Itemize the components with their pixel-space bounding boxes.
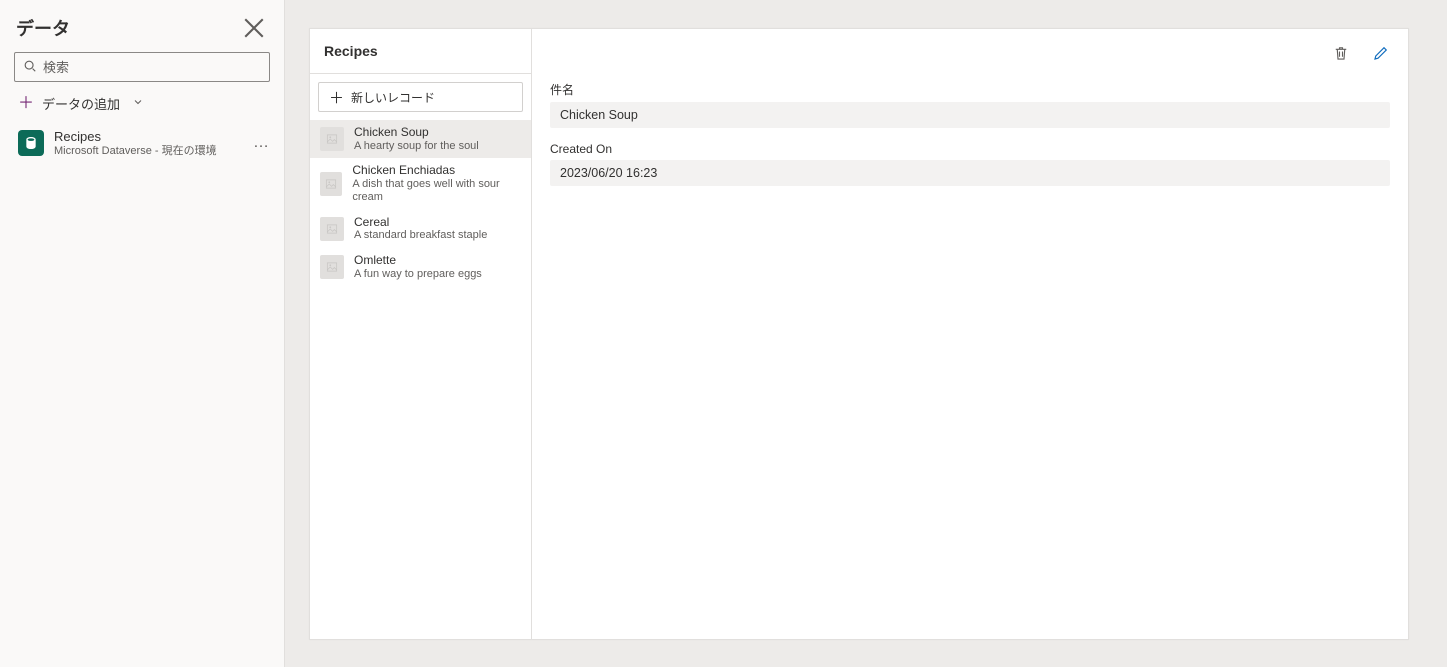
- data-panel: データ ＋ データの追加 Recipes Microsoft Da: [0, 0, 285, 667]
- search-icon: [23, 59, 43, 76]
- image-placeholder-icon: [320, 127, 344, 151]
- list-item[interactable]: Chicken EnchiadasA dish that goes well w…: [310, 158, 531, 209]
- field-value: 2023/06/20 16:23: [550, 160, 1390, 186]
- record-title: Chicken Soup: [354, 126, 479, 140]
- data-source-name: Recipes: [54, 129, 217, 145]
- data-source-subtitle: Microsoft Dataverse - 現在の環境: [54, 145, 217, 158]
- app-preview: Recipes ＋ 新しいレコード Chicken SoupA hearty s…: [309, 28, 1409, 640]
- image-placeholder-icon: [320, 217, 344, 241]
- detail-field: Created On 2023/06/20 16:23: [550, 142, 1390, 186]
- record-list-column: Recipes ＋ 新しいレコード Chicken SoupA hearty s…: [310, 29, 532, 639]
- record-detail-column: 件名 Chicken Soup Created On 2023/06/20 16:23: [532, 29, 1408, 639]
- record-title: Chicken Enchiadas: [352, 164, 521, 178]
- add-data-button[interactable]: ＋ データの追加: [8, 92, 276, 121]
- edit-button[interactable]: [1364, 37, 1398, 71]
- list-item[interactable]: Chicken SoupA hearty soup for the soul: [310, 120, 531, 158]
- detail-body: 件名 Chicken Soup Created On 2023/06/20 16:23: [532, 29, 1408, 204]
- search-input-container[interactable]: [14, 52, 270, 82]
- add-data-label: データの追加: [42, 94, 120, 113]
- canvas: Recipes ＋ 新しいレコード Chicken SoupA hearty s…: [285, 0, 1447, 667]
- search-input[interactable]: [43, 60, 261, 75]
- close-icon[interactable]: [240, 14, 268, 42]
- trash-icon: [1332, 44, 1350, 65]
- new-record-label: 新しいレコード: [351, 89, 435, 106]
- record-subtitle: A hearty soup for the soul: [354, 140, 479, 153]
- more-icon[interactable]: …: [253, 134, 270, 152]
- list-item[interactable]: OmletteA fun way to prepare eggs: [310, 248, 531, 286]
- image-placeholder-icon: [320, 255, 344, 279]
- dataverse-icon: [18, 130, 44, 156]
- data-panel-title: データ: [16, 15, 70, 41]
- delete-button[interactable]: [1324, 37, 1358, 71]
- detail-field: 件名 Chicken Soup: [550, 81, 1390, 128]
- chevron-down-icon: [132, 96, 144, 111]
- record-title: Cereal: [354, 216, 487, 230]
- new-record-button[interactable]: ＋ 新しいレコード: [318, 82, 523, 112]
- list-header: Recipes: [310, 29, 531, 74]
- record-subtitle: A dish that goes well with sour cream: [352, 178, 521, 203]
- plus-icon: ＋: [18, 96, 34, 112]
- image-placeholder-icon: [320, 172, 342, 196]
- record-list: Chicken SoupA hearty soup for the soulCh…: [310, 120, 531, 639]
- record-subtitle: A fun way to prepare eggs: [354, 268, 482, 281]
- record-title: Omlette: [354, 254, 482, 268]
- record-subtitle: A standard breakfast staple: [354, 229, 487, 242]
- pencil-icon: [1372, 44, 1390, 65]
- data-source-item[interactable]: Recipes Microsoft Dataverse - 現在の環境 …: [8, 121, 276, 166]
- list-item[interactable]: CerealA standard breakfast staple: [310, 210, 531, 248]
- plus-icon: ＋: [329, 87, 343, 108]
- field-label: 件名: [550, 81, 1390, 98]
- field-label: Created On: [550, 142, 1390, 156]
- field-value: Chicken Soup: [550, 102, 1390, 128]
